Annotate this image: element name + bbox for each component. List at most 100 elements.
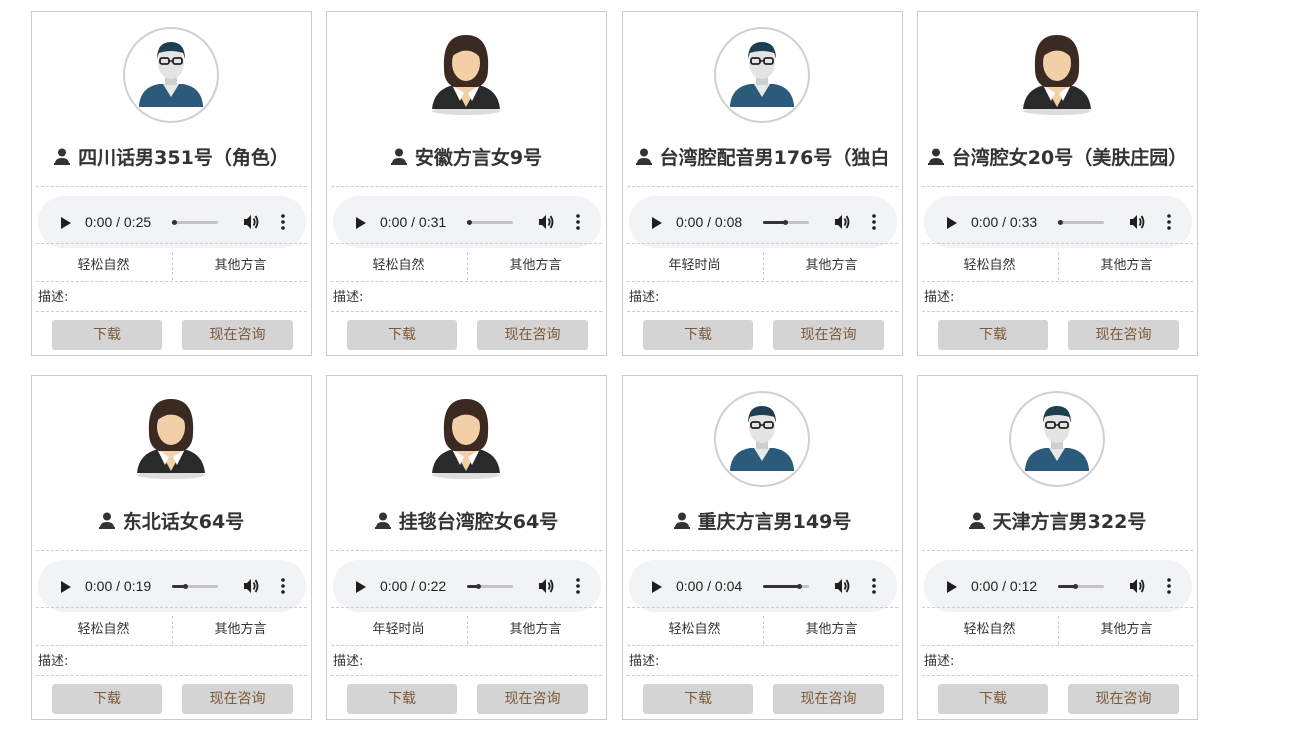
divider (627, 607, 898, 608)
divider (627, 186, 898, 187)
divider (36, 607, 307, 608)
play-icon[interactable] (60, 215, 72, 234)
audio-progress-bar[interactable] (1058, 220, 1104, 225)
voice-name-heading: 四川话男351号（角色） (32, 145, 311, 171)
download-button[interactable]: 下载 (347, 684, 457, 714)
dialect-tag: 其他方言 (172, 252, 308, 280)
volume-icon[interactable] (833, 213, 851, 235)
play-icon[interactable] (60, 579, 72, 598)
tag-row: 轻松自然 其他方言 (32, 252, 311, 280)
style-tag: 年轻时尚 (372, 622, 425, 637)
dialect-tag: 其他方言 (172, 616, 308, 644)
divider (922, 645, 1193, 646)
female-avatar-icon (123, 391, 219, 487)
divider (36, 186, 307, 187)
person-icon (54, 146, 71, 171)
dialect-tag: 其他方言 (763, 616, 899, 644)
audio-player[interactable]: 0:00 / 0:33 (924, 196, 1192, 248)
more-options-icon[interactable] (281, 214, 285, 234)
dialect-tag: 其他方言 (1058, 616, 1194, 644)
more-options-icon[interactable] (1167, 214, 1171, 234)
consult-now-button[interactable]: 现在咨询 (182, 320, 293, 350)
dialect-tag: 其他方言 (467, 616, 603, 644)
audio-player[interactable]: 0:00 / 0:19 (38, 560, 306, 612)
voice-name-heading: 天津方言男322号 (918, 509, 1197, 535)
female-avatar-icon (1009, 27, 1105, 123)
more-options-icon[interactable] (281, 578, 285, 598)
more-options-icon[interactable] (1167, 578, 1171, 598)
audio-time: 0:00 / 0:22 (380, 578, 447, 594)
more-options-icon[interactable] (576, 578, 580, 598)
more-options-icon[interactable] (872, 578, 876, 598)
consult-now-button[interactable]: 现在咨询 (477, 684, 588, 714)
male-avatar-icon (714, 27, 810, 123)
style-tag: 轻松自然 (77, 258, 130, 273)
volume-icon[interactable] (833, 577, 851, 599)
more-options-icon[interactable] (576, 214, 580, 234)
male-avatar-icon (123, 27, 219, 123)
download-button[interactable]: 下载 (643, 320, 753, 350)
person-icon (927, 146, 944, 171)
female-avatar-icon (418, 391, 514, 487)
audio-player[interactable]: 0:00 / 0:04 (629, 560, 897, 612)
audio-player[interactable]: 0:00 / 0:12 (924, 560, 1192, 612)
description-label: 描述: (333, 654, 364, 669)
audio-progress-bar[interactable] (172, 584, 218, 589)
play-icon[interactable] (355, 215, 367, 234)
voice-name-heading: 台湾腔女20号（美肤庄园） (918, 145, 1197, 171)
audio-progress-bar[interactable] (467, 584, 513, 589)
download-button[interactable]: 下载 (52, 320, 162, 350)
audio-progress-bar[interactable] (1058, 584, 1104, 589)
volume-icon[interactable] (242, 213, 260, 235)
audio-player[interactable]: 0:00 / 0:25 (38, 196, 306, 248)
divider (331, 281, 602, 282)
download-button[interactable]: 下载 (347, 320, 457, 350)
volume-icon[interactable] (537, 577, 555, 599)
divider (627, 645, 898, 646)
download-button[interactable]: 下载 (938, 320, 1048, 350)
volume-icon[interactable] (242, 577, 260, 599)
more-options-icon[interactable] (872, 214, 876, 234)
divider (922, 675, 1193, 676)
consult-now-button[interactable]: 现在咨询 (477, 320, 588, 350)
divider (331, 311, 602, 312)
play-icon[interactable] (946, 579, 958, 598)
audio-player[interactable]: 0:00 / 0:22 (333, 560, 601, 612)
divider (36, 645, 307, 646)
play-icon[interactable] (946, 215, 958, 234)
audio-player[interactable]: 0:00 / 0:31 (333, 196, 601, 248)
divider (36, 281, 307, 282)
download-button[interactable]: 下载 (643, 684, 753, 714)
voice-card: 挂毯台湾腔女64号 0:00 / 0:22 年轻时尚 其他方言 描述: 下载 现… (326, 375, 607, 720)
style-tag: 轻松自然 (668, 622, 721, 637)
volume-icon[interactable] (537, 213, 555, 235)
tag-row: 年轻时尚 其他方言 (623, 252, 902, 280)
style-tag: 轻松自然 (963, 258, 1016, 273)
audio-progress-bar[interactable] (763, 584, 809, 589)
volume-icon[interactable] (1128, 213, 1146, 235)
divider (36, 243, 307, 244)
audio-progress-bar[interactable] (172, 220, 218, 225)
consult-now-button[interactable]: 现在咨询 (182, 684, 293, 714)
play-icon[interactable] (651, 579, 663, 598)
divider (627, 550, 898, 551)
voice-name: 台湾腔配音男176号（独白 (659, 147, 890, 169)
audio-progress-bar[interactable] (763, 220, 809, 225)
volume-icon[interactable] (1128, 577, 1146, 599)
download-button[interactable]: 下载 (938, 684, 1048, 714)
download-button[interactable]: 下载 (52, 684, 162, 714)
person-icon (635, 146, 652, 171)
audio-progress-bar[interactable] (467, 220, 513, 225)
divider (922, 243, 1193, 244)
consult-now-button[interactable]: 现在咨询 (773, 320, 884, 350)
consult-now-button[interactable]: 现在咨询 (1068, 684, 1179, 714)
style-tag: 轻松自然 (77, 622, 130, 637)
consult-now-button[interactable]: 现在咨询 (1068, 320, 1179, 350)
consult-now-button[interactable]: 现在咨询 (773, 684, 884, 714)
play-icon[interactable] (651, 215, 663, 234)
audio-player[interactable]: 0:00 / 0:08 (629, 196, 897, 248)
voice-name-heading: 安徽方言女9号 (327, 145, 606, 171)
play-icon[interactable] (355, 579, 367, 598)
description-label: 描述: (38, 654, 69, 669)
style-tag: 轻松自然 (963, 622, 1016, 637)
